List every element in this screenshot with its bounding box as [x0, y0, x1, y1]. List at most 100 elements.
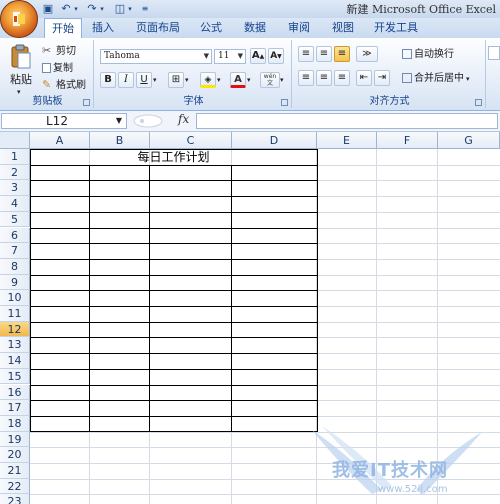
- row-header-2[interactable]: 2: [0, 164, 30, 181]
- cut-button[interactable]: ✂ 剪切: [42, 44, 76, 60]
- column-header-d[interactable]: D: [232, 132, 317, 149]
- tab-review[interactable]: 审阅: [284, 18, 314, 38]
- customize-qat-icon[interactable]: ≡: [140, 2, 150, 16]
- name-box[interactable]: L12 ▼: [1, 113, 127, 129]
- column-header-c[interactable]: C: [150, 132, 232, 149]
- copy-button[interactable]: 复制: [42, 61, 73, 77]
- bold-button[interactable]: B: [100, 72, 116, 88]
- align-middle-button[interactable]: ≡: [316, 46, 332, 62]
- font-launcher-icon[interactable]: [281, 99, 288, 106]
- insert-function-button[interactable]: fx: [178, 112, 189, 126]
- font-color-button[interactable]: A: [230, 72, 246, 88]
- alignment-launcher-icon[interactable]: [475, 99, 482, 106]
- row-header-4[interactable]: 4: [0, 196, 30, 212]
- tab-page-layout[interactable]: 页面布局: [130, 18, 186, 38]
- phonetic-label: wén: [263, 73, 277, 80]
- table-border-line: [30, 400, 318, 402]
- column-header-e[interactable]: E: [317, 132, 377, 149]
- align-center-button[interactable]: ≡: [316, 70, 332, 86]
- clipboard-launcher-icon[interactable]: [83, 99, 90, 106]
- fill-dropdown-icon[interactable]: ▾: [217, 72, 221, 88]
- wrap-text-button[interactable]: 自动换行: [402, 47, 454, 63]
- copy-icon: [42, 63, 51, 73]
- tab-formulas[interactable]: 公式: [196, 18, 226, 38]
- column-header-g[interactable]: G: [438, 132, 500, 149]
- redo-dropdown-icon[interactable]: ▾: [98, 2, 106, 16]
- italic-button[interactable]: I: [118, 72, 134, 88]
- border-button[interactable]: ⊞: [168, 72, 184, 88]
- undo-dropdown-icon[interactable]: ▾: [72, 2, 80, 16]
- tab-insert[interactable]: 插入: [88, 18, 118, 38]
- number-format-combo[interactable]: [488, 46, 500, 60]
- row-header-9[interactable]: 9: [0, 274, 30, 291]
- merge-center-button[interactable]: 合并后居中 ▾: [402, 71, 470, 87]
- align-right-button[interactable]: ≡: [334, 70, 350, 86]
- align-bottom-button[interactable]: ≡: [334, 46, 350, 62]
- row-header-5[interactable]: 5: [0, 211, 30, 228]
- select-all-corner[interactable]: [0, 132, 30, 149]
- tab-view[interactable]: 视图: [328, 18, 358, 38]
- row-header-16[interactable]: 16: [0, 384, 30, 401]
- paste-icon: [11, 44, 31, 69]
- align-top-button[interactable]: ≡: [298, 46, 314, 62]
- row-header-17[interactable]: 17: [0, 400, 30, 416]
- cut-label: 剪切: [56, 46, 76, 57]
- formula-input[interactable]: [196, 113, 498, 129]
- office-logo-icon: [13, 12, 25, 26]
- paste-button[interactable]: 粘贴 ▾: [6, 42, 36, 96]
- column-header-f[interactable]: F: [377, 132, 438, 149]
- border-dropdown-icon[interactable]: ▾: [185, 72, 189, 88]
- row-header-15[interactable]: 15: [0, 368, 30, 385]
- increase-indent-button[interactable]: ⇥: [374, 70, 390, 86]
- row-header-22[interactable]: 22: [0, 478, 30, 495]
- format-painter-label: 格式刷: [56, 80, 86, 91]
- table-border-line: [149, 164, 150, 432]
- phonetic-dropdown-icon[interactable]: ▾: [280, 72, 284, 88]
- row-header-6[interactable]: 6: [0, 227, 30, 244]
- row-header-20[interactable]: 20: [0, 447, 30, 463]
- row-header-14[interactable]: 14: [0, 353, 30, 369]
- scissors-icon: ✂: [42, 44, 52, 57]
- row-header-18[interactable]: 18: [0, 415, 30, 432]
- row-header-10[interactable]: 10: [0, 290, 30, 306]
- grow-font-button[interactable]: A▲: [250, 48, 266, 64]
- merged-title-cell[interactable]: 每日工作计划: [30, 149, 317, 165]
- shrink-font-button[interactable]: A▼: [268, 48, 284, 64]
- column-header-b[interactable]: B: [90, 132, 150, 149]
- row-header-23[interactable]: 23: [0, 494, 30, 504]
- fill-color-button[interactable]: ◈: [200, 72, 216, 88]
- alignment-group: ≡ ≡ ≡ ≫ 自动换行 ≡ ≡ ≡ ⇤ ⇥ 合并后居中 ▾ 对齐方式: [294, 40, 486, 108]
- watermark-text: 我爱IT技术网: [332, 460, 448, 481]
- tab-home[interactable]: 开始: [44, 18, 82, 38]
- row-header-21[interactable]: 21: [0, 463, 30, 479]
- font-size-combo[interactable]: 11 ▼: [214, 49, 246, 64]
- table-border-line: [231, 164, 232, 432]
- row-header-12[interactable]: 12: [0, 321, 30, 338]
- save-icon[interactable]: ▣: [40, 2, 56, 16]
- office-button[interactable]: [0, 0, 38, 38]
- row-header-8[interactable]: 8: [0, 258, 30, 275]
- print-dropdown-icon[interactable]: ▾: [126, 2, 134, 16]
- row-header-1[interactable]: 1: [0, 149, 30, 165]
- row-header-19[interactable]: 19: [0, 431, 30, 448]
- row-header-13[interactable]: 13: [0, 337, 30, 354]
- alignment-group-label: 对齐方式: [369, 96, 410, 107]
- chevron-down-icon: ▾: [466, 75, 470, 83]
- underline-dropdown-icon[interactable]: ▾: [153, 72, 157, 88]
- row-header-11[interactable]: 11: [0, 306, 30, 322]
- font-color-dropdown-icon[interactable]: ▾: [247, 72, 251, 88]
- tab-developer[interactable]: 开发工具: [370, 18, 422, 38]
- borders-icon: ⊞: [171, 74, 181, 85]
- decrease-indent-button[interactable]: ⇤: [356, 70, 372, 86]
- tab-data[interactable]: 数据: [240, 18, 270, 38]
- column-header-a[interactable]: A: [30, 132, 90, 149]
- row-header-7[interactable]: 7: [0, 243, 30, 259]
- phonetic-button[interactable]: wén 文: [260, 72, 280, 88]
- font-name-combo[interactable]: Tahoma ▼: [100, 49, 212, 64]
- row-header-3[interactable]: 3: [0, 180, 30, 197]
- orientation-button[interactable]: ≫: [356, 46, 378, 62]
- align-left-button[interactable]: ≡: [298, 70, 314, 86]
- table-border-line: [30, 211, 318, 213]
- underline-button[interactable]: U: [136, 72, 152, 88]
- font-group-label: 字体: [183, 96, 204, 107]
